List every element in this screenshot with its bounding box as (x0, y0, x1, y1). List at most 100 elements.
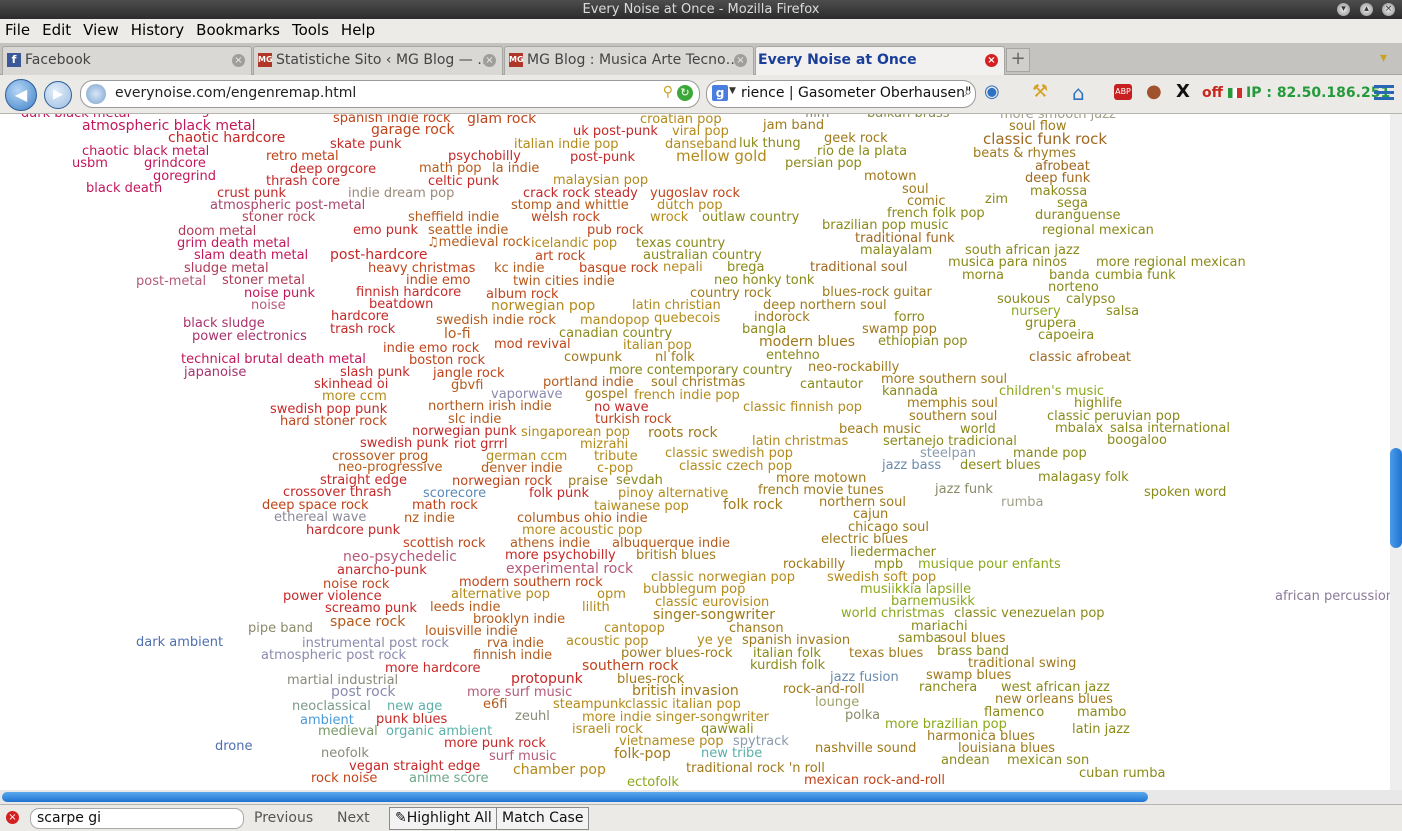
menu-edit[interactable]: Edit (42, 19, 71, 39)
genre-link[interactable]: latin jazz (1072, 723, 1130, 736)
genre-link[interactable]: morna (962, 269, 1004, 282)
close-extension-icon[interactable]: X (1176, 81, 1190, 102)
genre-link[interactable]: necrogrind (165, 114, 235, 117)
genre-link[interactable]: african percussion (1275, 590, 1390, 603)
menu-help[interactable]: Help (341, 19, 375, 39)
genre-link[interactable]: experimental rock (506, 562, 633, 576)
genre-link[interactable]: jazz bass (882, 459, 941, 472)
menu-view[interactable]: View (83, 19, 119, 39)
menu-bookmarks[interactable]: Bookmarks (196, 19, 280, 39)
genre-link[interactable]: regional mexican (1042, 224, 1154, 237)
genre-link[interactable]: lilith (582, 601, 610, 614)
google-icon[interactable]: g (712, 85, 728, 101)
genre-link[interactable]: british blues (636, 549, 716, 562)
genre-link[interactable]: drone (215, 740, 253, 753)
genre-link[interactable]: e6fi (483, 698, 507, 711)
genre-link[interactable]: post-hardcore (330, 248, 427, 262)
back-button[interactable]: ◀ (5, 79, 37, 111)
horizontal-scrollbar-thumb[interactable] (2, 792, 1148, 802)
genre-link[interactable]: classic venezuelan pop (954, 607, 1105, 620)
genre-link[interactable]: mexican son (1007, 754, 1089, 767)
genre-link[interactable]: goregrind (153, 170, 216, 183)
tab-list-icon[interactable]: ▾ (1380, 50, 1387, 66)
genre-link[interactable]: dark ambient (136, 636, 223, 649)
genre-link[interactable]: cumbia funk (1095, 269, 1176, 282)
genre-link[interactable]: noise (251, 299, 286, 312)
close-window-button[interactable]: × (1382, 3, 1395, 16)
genre-link[interactable]: anarcho-punk (337, 564, 427, 577)
extension-ball-icon[interactable]: ● (1146, 81, 1162, 102)
genre-link[interactable]: zeuhl (515, 710, 550, 723)
chevron-down-icon[interactable]: ▼ (729, 86, 736, 96)
genre-link[interactable]: mellow gold (676, 149, 767, 164)
genre-link[interactable]: malagasy folk (1038, 471, 1129, 484)
extension-globe-icon[interactable]: ◉ (984, 81, 1000, 102)
genre-link[interactable]: musique pour enfants (918, 558, 1061, 571)
genre-link[interactable]: cuban rumba (1079, 767, 1165, 780)
genre-link[interactable]: post-punk (570, 151, 635, 164)
find-next-button[interactable]: Next (337, 810, 370, 826)
genre-link[interactable]: nz indie (404, 512, 455, 525)
forward-button[interactable]: ▶ (44, 81, 72, 109)
genre-link[interactable]: ectofolk (627, 776, 679, 789)
genre-link[interactable]: emo punk (353, 224, 418, 237)
bookmark-star-icon[interactable]: ⚲ (663, 84, 673, 100)
menu-tools[interactable]: Tools (292, 19, 329, 39)
genre-link[interactable]: balkan brass (867, 114, 950, 120)
genre-link[interactable]: glam rock (467, 114, 536, 126)
genre-link[interactable]: classic finnish pop (743, 401, 862, 414)
extension-tools-icon[interactable]: ⚒ (1032, 81, 1048, 102)
genre-link[interactable]: skate punk (330, 138, 402, 151)
home-icon[interactable]: ⌂ (1072, 81, 1085, 105)
genre-link[interactable]: wrock (650, 211, 688, 224)
genre-link[interactable]: boogaloo (1107, 434, 1167, 447)
close-tab-icon[interactable]: × (985, 54, 998, 67)
genre-link[interactable]: chaotic hardcore (168, 131, 285, 145)
genre-link[interactable]: protopunk (511, 672, 583, 686)
minimize-button[interactable]: ▾ (1337, 3, 1350, 16)
genre-link[interactable]: folk-pop (614, 747, 671, 761)
genre-link[interactable]: classic afrobeat (1029, 351, 1131, 364)
genre-link[interactable]: mambo (1077, 706, 1127, 719)
genre-link[interactable]: power electronics (192, 330, 307, 343)
tab-statistiche[interactable]: MG Statistiche Sito ‹ MG Blog — … × (253, 46, 503, 75)
genre-link[interactable]: ranchera (919, 681, 977, 694)
menu-history[interactable]: History (131, 19, 184, 39)
vertical-scrollbar-thumb[interactable] (1390, 448, 1402, 548)
genre-link[interactable]: black death (86, 182, 162, 195)
genre-link[interactable]: singer-songwriter (653, 608, 775, 622)
genre-link[interactable]: classic funk rock (983, 132, 1107, 147)
genre-link[interactable]: modern blues (759, 335, 855, 349)
genre-link[interactable]: post rock (331, 685, 396, 699)
genre-link[interactable]: post-metal (136, 275, 206, 288)
genre-link[interactable]: rumba (1001, 496, 1043, 509)
genre-link[interactable]: ethiopian pop (878, 335, 968, 348)
genre-link[interactable]: jam band (763, 119, 824, 132)
genre-link[interactable]: polka (845, 709, 880, 722)
genre-link[interactable]: zim (985, 193, 1008, 206)
genre-link[interactable]: malayalam (860, 244, 932, 257)
tab-facebook[interactable]: f Facebook × (2, 46, 252, 75)
genre-link[interactable]: outlaw country (702, 211, 799, 224)
genre-link[interactable]: texas blues (849, 647, 923, 660)
genre-link[interactable]: desert blues (960, 459, 1040, 472)
search-bar[interactable]: g ▼ rience | Gasometer Oberhausen" ⌕ (706, 80, 976, 108)
genre-link[interactable]: neo-psychedelic (343, 550, 457, 564)
genre-link[interactable]: folk rock (723, 498, 783, 512)
genre-link[interactable]: ♫medieval rock (427, 236, 530, 249)
menu-icon[interactable] (1374, 83, 1394, 103)
genre-link[interactable]: chamber pop (513, 763, 606, 777)
genre-link[interactable]: andean (941, 754, 990, 767)
genre-link[interactable]: usbm (72, 157, 108, 170)
genre-link[interactable]: roots rock (648, 426, 718, 440)
genre-link[interactable]: lo-fi (444, 327, 471, 341)
genre-link[interactable]: quebecois (654, 312, 720, 325)
genre-link[interactable]: spoken word (1144, 486, 1226, 499)
genre-link[interactable]: norwegian pop (491, 299, 595, 313)
genre-link[interactable]: salsa (1106, 305, 1139, 318)
genre-link[interactable]: mexican rock-and-roll (804, 774, 945, 787)
genre-link[interactable]: praise (568, 475, 608, 488)
genre-link[interactable]: jazz funk (935, 483, 993, 496)
match-case-button[interactable]: Match Case (496, 807, 590, 830)
highlight-all-button[interactable]: ✎Highlight All (389, 807, 498, 830)
